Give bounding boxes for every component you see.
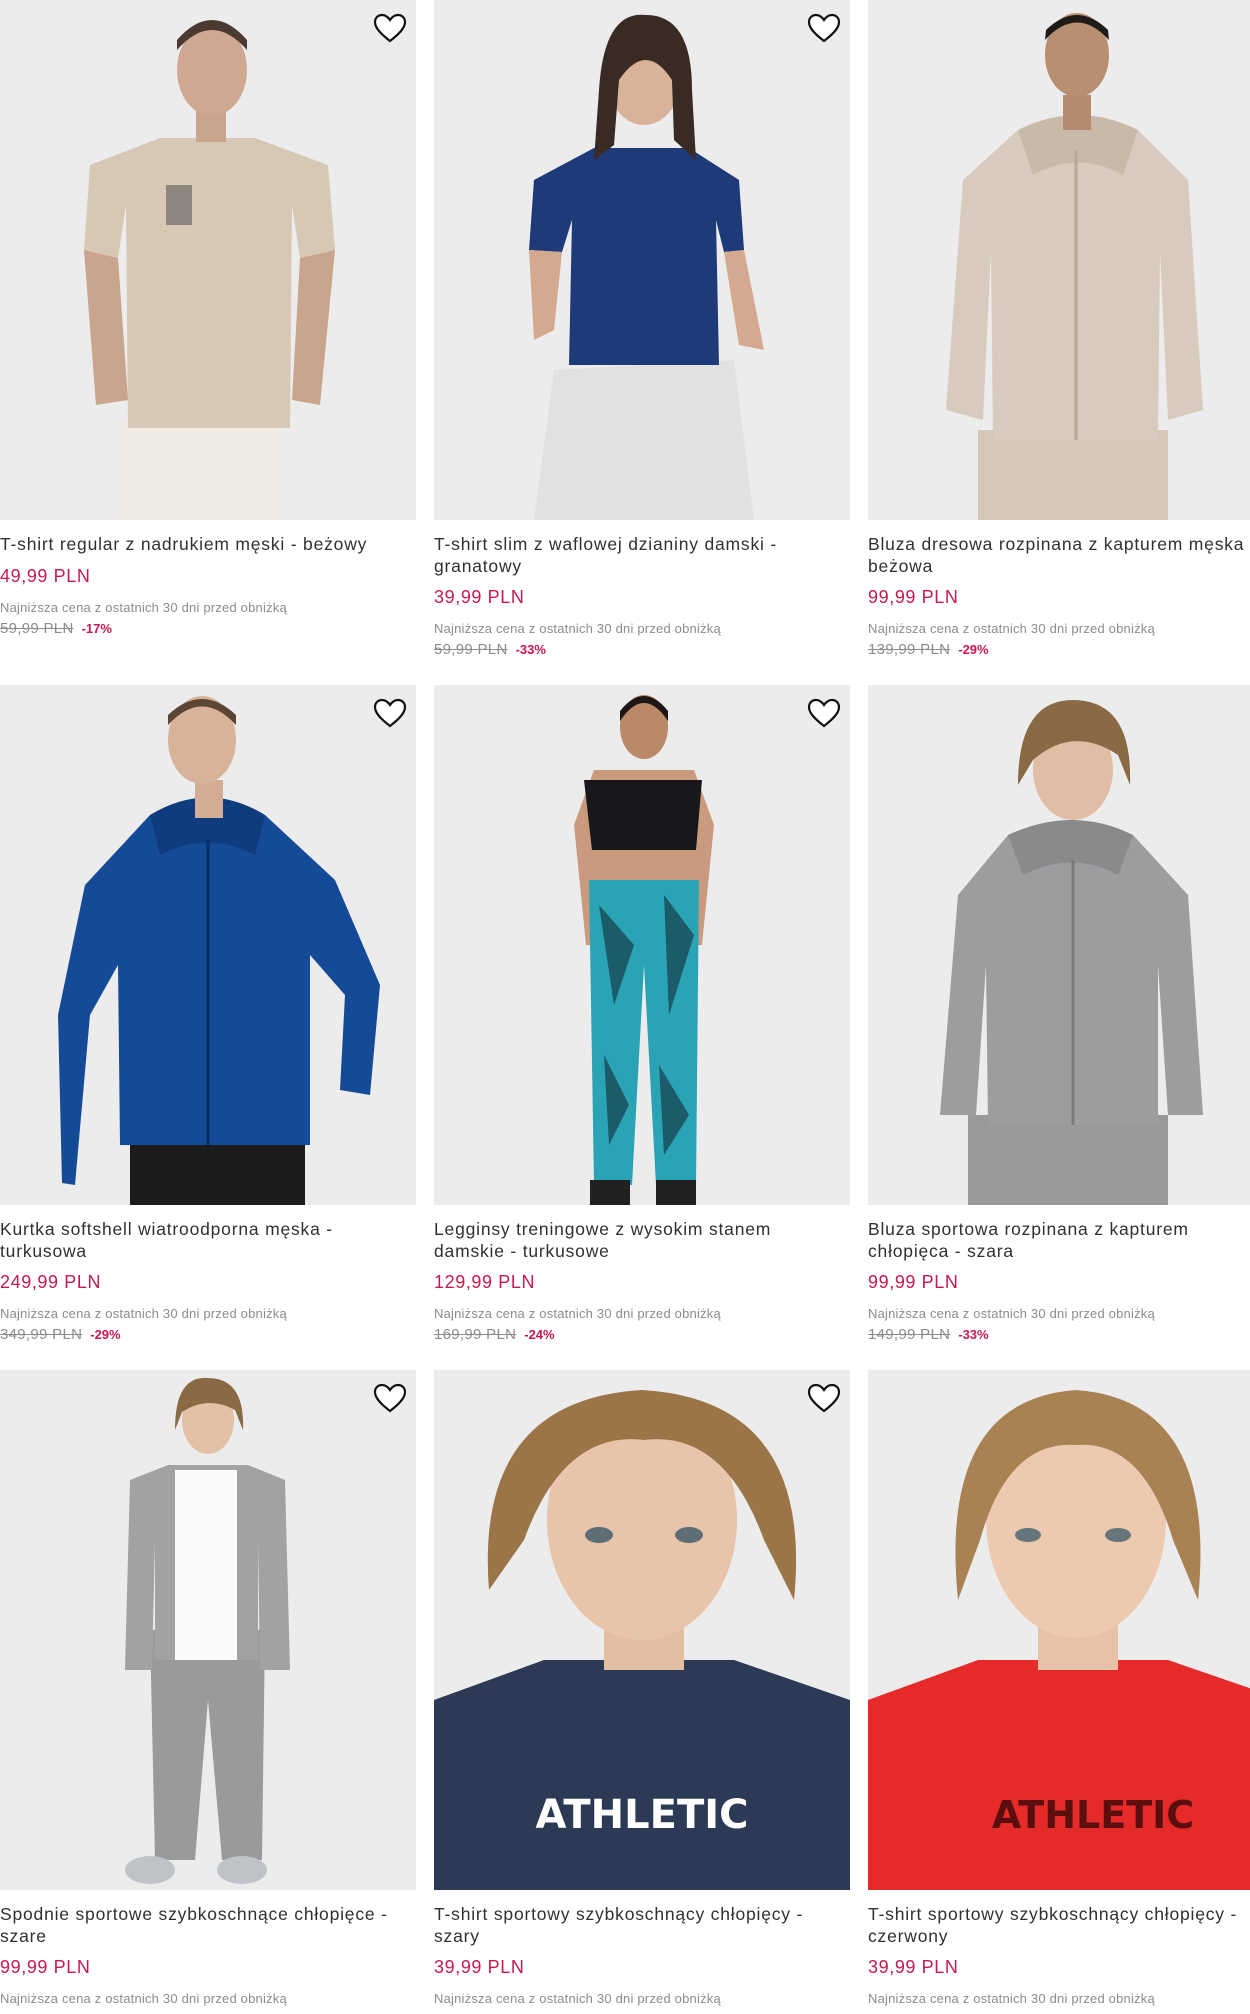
product-title-line[interactable]: damskie - turkusowe bbox=[434, 1240, 846, 1262]
product-title[interactable]: T-shirt sportowy szybkoschnący chłopięcy… bbox=[434, 1903, 846, 1947]
product-price: 49,99 PLN bbox=[0, 566, 91, 586]
product-price: 39,99 PLN bbox=[868, 1957, 959, 1977]
boy-red-athletic-tshirt-photo: ATHLETIC bbox=[868, 1370, 1250, 1890]
old-price: 59,99 PLN bbox=[0, 620, 74, 637]
product-card[interactable]: Spodnie sportowe szybkoschnące chłopięce… bbox=[0, 1370, 416, 2014]
lowest-price-label: Najniższa cena z ostatnich 30 dni przed … bbox=[0, 1991, 287, 2006]
product-title[interactable]: Bluza sportowa rozpinana z kapturem chło… bbox=[868, 1218, 1250, 1262]
discount-badge: -33% bbox=[958, 1327, 989, 1342]
product-image[interactable]: ATHLETIC bbox=[868, 1370, 1250, 1890]
product-image[interactable] bbox=[0, 0, 416, 520]
product-card[interactable]: ATHLETIC T-shirt sportowy szybkoschnący … bbox=[868, 1370, 1250, 2014]
product-title[interactable]: Spodnie sportowe szybkoschnące chłopięce… bbox=[0, 1903, 412, 1947]
product-title-line[interactable]: Bluza dresowa rozpinana z kapturem męska… bbox=[868, 533, 1250, 555]
product-card[interactable]: Legginsy treningowe z wysokim stanem dam… bbox=[434, 685, 850, 1365]
product-title[interactable]: Legginsy treningowe z wysokim stanem dam… bbox=[434, 1218, 846, 1262]
product-title-line[interactable]: turkusowa bbox=[0, 1240, 412, 1262]
lowest-price-label: Najniższa cena z ostatnich 30 dni przed … bbox=[868, 1991, 1155, 2006]
product-title-line[interactable]: granatowy bbox=[434, 555, 846, 577]
lowest-price-label: Najniższa cena z ostatnich 30 dni przed … bbox=[0, 600, 287, 615]
product-title-line[interactable]: czerwony bbox=[868, 1925, 1250, 1947]
man-beige-tshirt-photo bbox=[0, 0, 416, 520]
old-price: 169,99 PLN bbox=[434, 1326, 517, 1343]
discount-badge: -29% bbox=[958, 642, 989, 657]
old-price: 149,99 PLN bbox=[868, 1326, 951, 1343]
tshirt-print-text: ATHLETIC bbox=[992, 1793, 1194, 1837]
man-beige-hoodie-photo bbox=[868, 0, 1250, 520]
woman-navy-tshirt-photo bbox=[434, 0, 850, 520]
old-price: 139,99 PLN bbox=[868, 641, 951, 658]
discount-badge: -33% bbox=[515, 642, 546, 657]
product-image[interactable] bbox=[868, 685, 1250, 1205]
product-card[interactable]: T-shirt regular z nadrukiem męski - beżo… bbox=[0, 0, 416, 680]
product-title-line[interactable]: szary bbox=[434, 1925, 846, 1947]
product-title-line[interactable]: T-shirt slim z waflowej dzianiny damski … bbox=[434, 533, 846, 555]
product-image[interactable] bbox=[434, 0, 850, 520]
product-card[interactable]: T-shirt slim z waflowej dzianiny damski … bbox=[434, 0, 850, 680]
product-title-line[interactable]: T-shirt regular z nadrukiem męski - beżo… bbox=[0, 533, 412, 555]
old-price: 349,99 PLN bbox=[0, 1326, 83, 1343]
lowest-price-label: Najniższa cena z ostatnich 30 dni przed … bbox=[434, 1991, 721, 2006]
product-title-line[interactable]: szare bbox=[0, 1925, 412, 1947]
wishlist-heart-icon[interactable] bbox=[372, 1382, 408, 1414]
product-title[interactable]: Bluza dresowa rozpinana z kapturem męska… bbox=[868, 533, 1250, 577]
lowest-price-label: Najniższa cena z ostatnich 30 dni przed … bbox=[0, 1306, 287, 1321]
product-card[interactable]: Bluza sportowa rozpinana z kapturem chło… bbox=[868, 685, 1250, 1365]
product-title[interactable]: T-shirt sportowy szybkoschnący chłopięcy… bbox=[868, 1903, 1250, 1947]
wishlist-heart-icon[interactable] bbox=[806, 697, 842, 729]
product-title-line[interactable]: beżowa bbox=[868, 555, 1250, 577]
old-price-row: 149,99 PLN -33% bbox=[868, 1326, 989, 1343]
product-title-line[interactable]: chłopięca - szara bbox=[868, 1240, 1250, 1262]
product-image[interactable] bbox=[434, 685, 850, 1205]
product-title-line[interactable]: Legginsy treningowe z wysokim stanem bbox=[434, 1218, 846, 1240]
old-price-row: 169,99 PLN -24% bbox=[434, 1326, 555, 1343]
product-price: 99,99 PLN bbox=[868, 1272, 959, 1292]
product-card[interactable]: ATHLETIC T-shirt sportowy szybkoschnący … bbox=[434, 1370, 850, 2014]
boy-grey-pants-photo bbox=[0, 1370, 416, 1890]
product-title[interactable]: T-shirt slim z waflowej dzianiny damski … bbox=[434, 533, 846, 577]
product-card[interactable]: Kurtka softshell wiatroodporna męska - t… bbox=[0, 685, 416, 1365]
old-price-row: 349,99 PLN -29% bbox=[0, 1326, 121, 1343]
wishlist-heart-icon[interactable] bbox=[806, 1382, 842, 1414]
lowest-price-label: Najniższa cena z ostatnich 30 dni przed … bbox=[868, 621, 1155, 636]
wishlist-heart-icon[interactable] bbox=[806, 12, 842, 44]
woman-turquoise-leggings-photo bbox=[434, 685, 850, 1205]
product-title-line[interactable]: Bluza sportowa rozpinana z kapturem bbox=[868, 1218, 1250, 1240]
product-title[interactable]: Kurtka softshell wiatroodporna męska - t… bbox=[0, 1218, 412, 1262]
discount-badge: -24% bbox=[524, 1327, 555, 1342]
product-title-line[interactable]: Kurtka softshell wiatroodporna męska - bbox=[0, 1218, 412, 1240]
discount-badge: -29% bbox=[90, 1327, 121, 1342]
product-image[interactable] bbox=[0, 1370, 416, 1890]
boy-navy-athletic-tshirt-photo: ATHLETIC bbox=[434, 1370, 850, 1890]
product-image[interactable]: ATHLETIC bbox=[434, 1370, 850, 1890]
product-price: 99,99 PLN bbox=[0, 1957, 91, 1977]
product-title-line[interactable]: Spodnie sportowe szybkoschnące chłopięce… bbox=[0, 1903, 412, 1925]
product-title[interactable]: T-shirt regular z nadrukiem męski - beżo… bbox=[0, 533, 412, 555]
product-card[interactable]: Bluza dresowa rozpinana z kapturem męska… bbox=[868, 0, 1250, 680]
product-image[interactable] bbox=[868, 0, 1250, 520]
product-price: 249,99 PLN bbox=[0, 1272, 102, 1292]
product-price: 99,99 PLN bbox=[868, 587, 959, 607]
product-grid: T-shirt regular z nadrukiem męski - beżo… bbox=[0, 0, 1250, 2014]
product-price: 129,99 PLN bbox=[434, 1272, 536, 1292]
lowest-price-label: Najniższa cena z ostatnich 30 dni przed … bbox=[868, 1306, 1155, 1321]
boy-grey-hoodie-photo bbox=[868, 685, 1250, 1205]
old-price-row: 59,99 PLN -33% bbox=[434, 641, 546, 658]
tshirt-print-text: ATHLETIC bbox=[536, 1792, 749, 1838]
lowest-price-label: Najniższa cena z ostatnich 30 dni przed … bbox=[434, 621, 721, 636]
product-title-line[interactable]: T-shirt sportowy szybkoschnący chłopięcy… bbox=[434, 1903, 846, 1925]
wishlist-heart-icon[interactable] bbox=[372, 12, 408, 44]
lowest-price-label: Najniższa cena z ostatnich 30 dni przed … bbox=[434, 1306, 721, 1321]
product-price: 39,99 PLN bbox=[434, 1957, 525, 1977]
wishlist-heart-icon[interactable] bbox=[372, 697, 408, 729]
product-title-line[interactable]: T-shirt sportowy szybkoschnący chłopięcy… bbox=[868, 1903, 1250, 1925]
old-price: 59,99 PLN bbox=[434, 641, 508, 658]
product-price: 39,99 PLN bbox=[434, 587, 525, 607]
old-price-row: 139,99 PLN -29% bbox=[868, 641, 989, 658]
man-blue-softshell-photo bbox=[0, 685, 416, 1205]
old-price-row: 59,99 PLN -17% bbox=[0, 620, 112, 637]
discount-badge: -17% bbox=[81, 621, 112, 636]
product-image[interactable] bbox=[0, 685, 416, 1205]
